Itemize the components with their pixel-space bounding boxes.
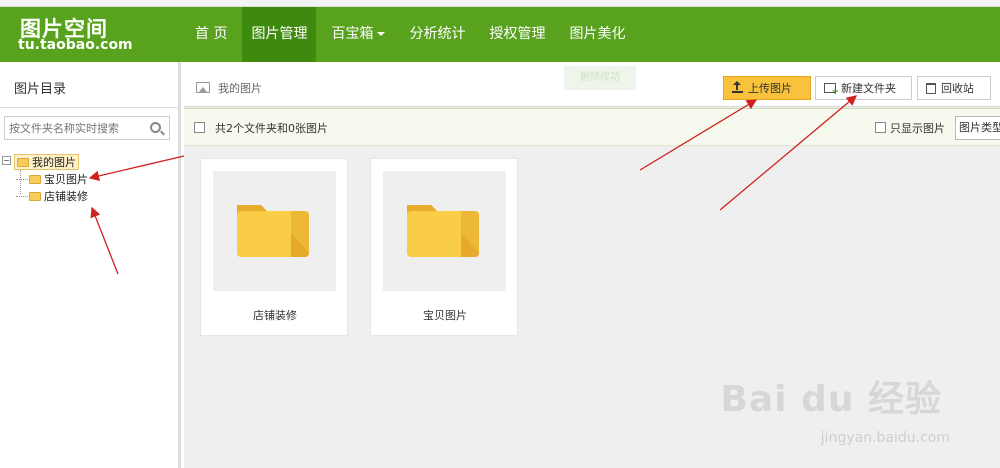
folder-name[interactable]: 宝贝图片 bbox=[371, 307, 519, 323]
folder-search-input[interactable] bbox=[5, 117, 143, 139]
tree-root-label: 我的图片 bbox=[32, 156, 76, 169]
browser-top-strip bbox=[0, 0, 1000, 7]
select-all-checkbox[interactable] bbox=[194, 122, 205, 133]
new-folder-button[interactable]: 新建文件夹 bbox=[815, 76, 912, 100]
recycle-bin-button-label: 回收站 bbox=[941, 82, 974, 95]
nav-toolbox[interactable]: 百宝箱 bbox=[322, 7, 394, 62]
recycle-bin-button[interactable]: 回收站 bbox=[917, 76, 991, 100]
tree-root-item[interactable]: − 我的图片 bbox=[2, 154, 88, 170]
toast-message: 删除成功 bbox=[564, 66, 636, 90]
nav-beautify[interactable]: 图片美化 bbox=[560, 7, 634, 62]
upload-button-label: 上传图片 bbox=[748, 82, 792, 95]
caret-down-icon bbox=[377, 32, 386, 36]
nav-image-management[interactable]: 图片管理 bbox=[242, 7, 317, 62]
search-icon[interactable] bbox=[150, 122, 161, 133]
image-type-select[interactable]: 图片类型 bbox=[955, 116, 1000, 140]
tree-branch-line bbox=[16, 195, 28, 197]
tree-branch-line bbox=[16, 178, 28, 180]
image-icon bbox=[196, 82, 210, 93]
folder-search-box bbox=[4, 116, 170, 140]
only-images-label[interactable]: 只显示图片 bbox=[890, 120, 945, 136]
app-header: 图片空间 tu.taobao.com 首 页 图片管理 百宝箱 分析统计 授权管… bbox=[0, 7, 1000, 62]
logo-domain[interactable]: tu.taobao.com bbox=[18, 37, 133, 53]
folder-icon bbox=[407, 205, 479, 257]
new-folder-icon bbox=[824, 83, 839, 97]
tree-root-selected[interactable]: 我的图片 bbox=[14, 154, 79, 170]
toolbar: 我的图片 删除成功 上传图片 新建文件夹 回收站 bbox=[184, 62, 1000, 107]
main-nav: 首 页 图片管理 百宝箱 分析统计 授权管理 图片美化 bbox=[186, 7, 640, 62]
nav-image-management-label: 图片管理 bbox=[251, 26, 308, 42]
tree-item-product-images[interactable]: 宝贝图片 bbox=[16, 171, 88, 187]
folder-thumbnail[interactable] bbox=[213, 171, 336, 291]
item-count-summary: 共2个文件夹和0张图片 bbox=[215, 122, 328, 135]
folder-tree: − 我的图片 宝贝图片 店铺装修 bbox=[2, 154, 88, 204]
upload-image-button[interactable]: 上传图片 bbox=[723, 76, 811, 100]
tree-item-shop-decoration[interactable]: 店铺装修 bbox=[16, 188, 88, 204]
folder-icon bbox=[237, 205, 309, 257]
folder-icon bbox=[29, 191, 41, 201]
nav-home[interactable]: 首 页 bbox=[186, 7, 236, 62]
folder-icon bbox=[29, 174, 41, 184]
nav-authorization[interactable]: 授权管理 bbox=[480, 7, 554, 62]
upload-icon bbox=[732, 81, 743, 93]
nav-analytics-label: 分析统计 bbox=[409, 26, 466, 42]
main-panel: 我的图片 删除成功 上传图片 新建文件夹 回收站 共2个文件夹和0张图片 只显示… bbox=[184, 62, 1000, 468]
tree-item-label: 店铺装修 bbox=[44, 190, 88, 203]
breadcrumb[interactable]: 我的图片 bbox=[218, 80, 262, 96]
nav-toolbox-label: 百宝箱 bbox=[331, 26, 374, 42]
filter-bar: 共2个文件夹和0张图片 只显示图片 图片类型 bbox=[184, 108, 1000, 146]
nav-analytics[interactable]: 分析统计 bbox=[400, 7, 474, 62]
trash-icon bbox=[926, 82, 936, 94]
only-images-checkbox[interactable] bbox=[875, 122, 886, 133]
sidebar-divider bbox=[0, 107, 178, 108]
folder-card-product-images[interactable]: 宝贝图片 bbox=[370, 158, 518, 336]
collapse-icon[interactable]: − bbox=[2, 156, 11, 165]
sidebar-title: 图片目录 bbox=[14, 82, 67, 97]
sidebar: 图片目录 − 我的图片 宝贝图片 店铺装修 bbox=[0, 62, 181, 468]
nav-home-label: 首 页 bbox=[195, 26, 228, 42]
folder-icon bbox=[17, 157, 29, 167]
new-folder-button-label: 新建文件夹 bbox=[841, 82, 896, 95]
folder-card-shop-decoration[interactable]: 店铺装修 bbox=[200, 158, 348, 336]
baidu-watermark-url: jingyan.baidu.com bbox=[820, 430, 950, 446]
baidu-watermark: Bai du 经验 bbox=[720, 379, 942, 420]
folder-thumbnail[interactable] bbox=[383, 171, 506, 291]
folder-name[interactable]: 店铺装修 bbox=[201, 307, 349, 323]
nav-authorization-label: 授权管理 bbox=[489, 26, 546, 42]
tree-item-label: 宝贝图片 bbox=[44, 173, 88, 186]
nav-beautify-label: 图片美化 bbox=[569, 26, 626, 42]
